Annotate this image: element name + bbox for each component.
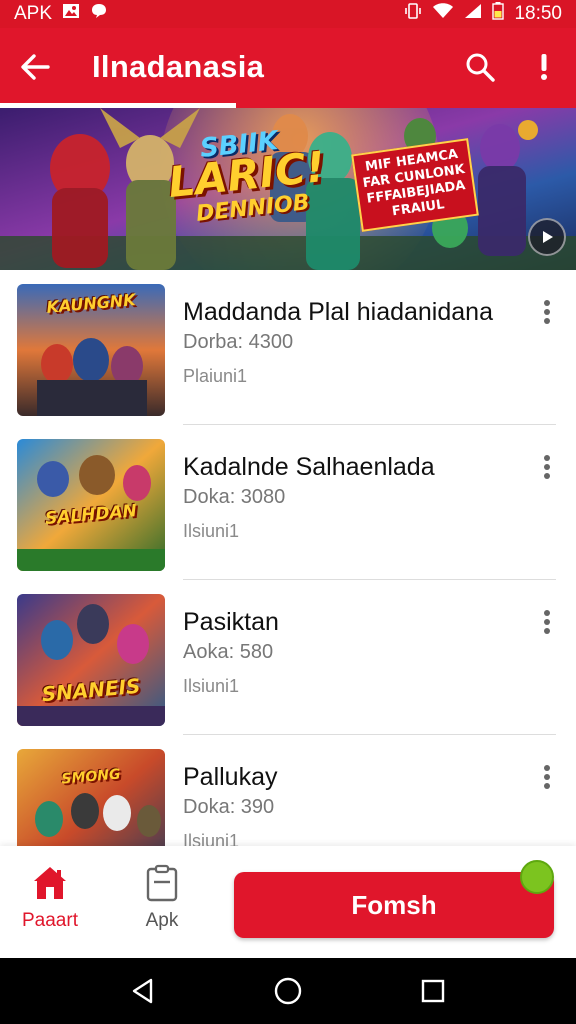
more-vert-icon <box>544 455 550 479</box>
more-vert-icon <box>544 300 550 324</box>
item-title: Pallukay <box>183 763 278 791</box>
triangle-back-icon <box>132 978 152 1004</box>
item-subtitle: Doka: 390 <box>183 796 275 818</box>
item-more-button[interactable] <box>530 757 564 797</box>
back-button[interactable] <box>0 28 70 106</box>
system-home-button[interactable] <box>268 971 308 1011</box>
status-app-label: APK <box>14 3 53 24</box>
list-item[interactable]: SALHDAN Kadalnde Salhaenlada Doka: 3080 … <box>0 425 576 580</box>
item-more-button[interactable] <box>530 602 564 642</box>
exclamation-icon <box>541 54 547 80</box>
play-icon <box>543 231 553 243</box>
featured-banner[interactable]: SBIIK LARIC! DENNIOB MIF HEAMCA FAR CUNL… <box>0 108 576 270</box>
search-button[interactable] <box>448 28 512 106</box>
status-left: APK <box>14 3 108 25</box>
list-item[interactable]: SNANEIS Pasiktan Aoka: 580 Ilsiuni1 <box>0 580 576 735</box>
item-title: Pasiktan <box>183 608 279 636</box>
more-vert-icon <box>544 610 550 634</box>
more-vert-icon <box>544 765 550 789</box>
square-recents-icon <box>422 979 445 1003</box>
app-thumbnail: SNANEIS <box>17 594 165 726</box>
clipboard-icon <box>146 864 178 902</box>
app-bar-actions <box>448 28 576 106</box>
item-meta: Ilsiuni1 <box>183 676 240 696</box>
app-bar: Ilnadanasia <box>0 28 576 106</box>
app-screen: APK 18:50 Ilnadanasia SBIIK LARIC! DENNI… <box>0 0 576 1024</box>
image-notification-icon <box>62 3 80 25</box>
item-title: Kadalnde Salhaenlada <box>183 453 435 481</box>
vibrate-icon <box>404 3 422 25</box>
search-icon <box>466 53 495 82</box>
item-subtitle: Dorba: 4300 <box>183 331 294 353</box>
bottom-navigation: Paaart Apk Fomsh <box>0 846 576 958</box>
app-thumbnail: SALHDAN <box>17 439 165 571</box>
nav-item-home[interactable]: Paaart <box>0 864 100 944</box>
banner-next-button[interactable] <box>528 218 566 256</box>
home-icon <box>34 867 66 899</box>
system-navigation-bar <box>0 958 576 1024</box>
nav-label-home: Paaart <box>22 910 78 931</box>
banner-promo-box: MIF HEAMCA FAR CUNLONK FFFAIBEJIADA FRAI… <box>351 138 479 232</box>
wifi-icon <box>432 3 454 25</box>
app-thumbnail: KAUNGNK <box>17 284 165 416</box>
nav-item-apk[interactable]: Apk <box>112 864 212 944</box>
system-back-button[interactable] <box>123 971 163 1011</box>
more-options-button[interactable] <box>512 28 576 106</box>
app-list: KAUNGNK Maddanda Plal hiadanidana Dorba:… <box>0 270 576 890</box>
item-more-button[interactable] <box>530 447 564 487</box>
signal-icon <box>464 3 482 25</box>
arrow-left-icon <box>21 54 50 80</box>
item-subtitle: Aoka: 580 <box>183 641 274 663</box>
battery-icon <box>492 2 505 26</box>
item-meta: Ilsiuni1 <box>183 521 240 541</box>
list-item[interactable]: KAUNGNK Maddanda Plal hiadanidana Dorba:… <box>0 270 576 425</box>
status-right: 18:50 <box>404 2 562 26</box>
circle-home-icon <box>274 977 302 1005</box>
nav-label-apk: Apk <box>145 910 179 931</box>
item-more-button[interactable] <box>530 292 564 332</box>
notification-dot <box>520 860 554 894</box>
chat-notification-icon <box>90 3 108 25</box>
item-title: Maddanda Plal hiadanidana <box>183 298 493 326</box>
item-meta: Plaiuni1 <box>183 366 248 386</box>
page-title: Ilnadanasia <box>92 49 265 84</box>
status-time: 18:50 <box>514 3 562 24</box>
system-recents-button[interactable] <box>413 971 453 1011</box>
item-subtitle: Doka: 3080 <box>183 486 286 508</box>
primary-action-button[interactable]: Fomsh <box>234 872 554 938</box>
status-bar: APK 18:50 <box>0 0 576 28</box>
